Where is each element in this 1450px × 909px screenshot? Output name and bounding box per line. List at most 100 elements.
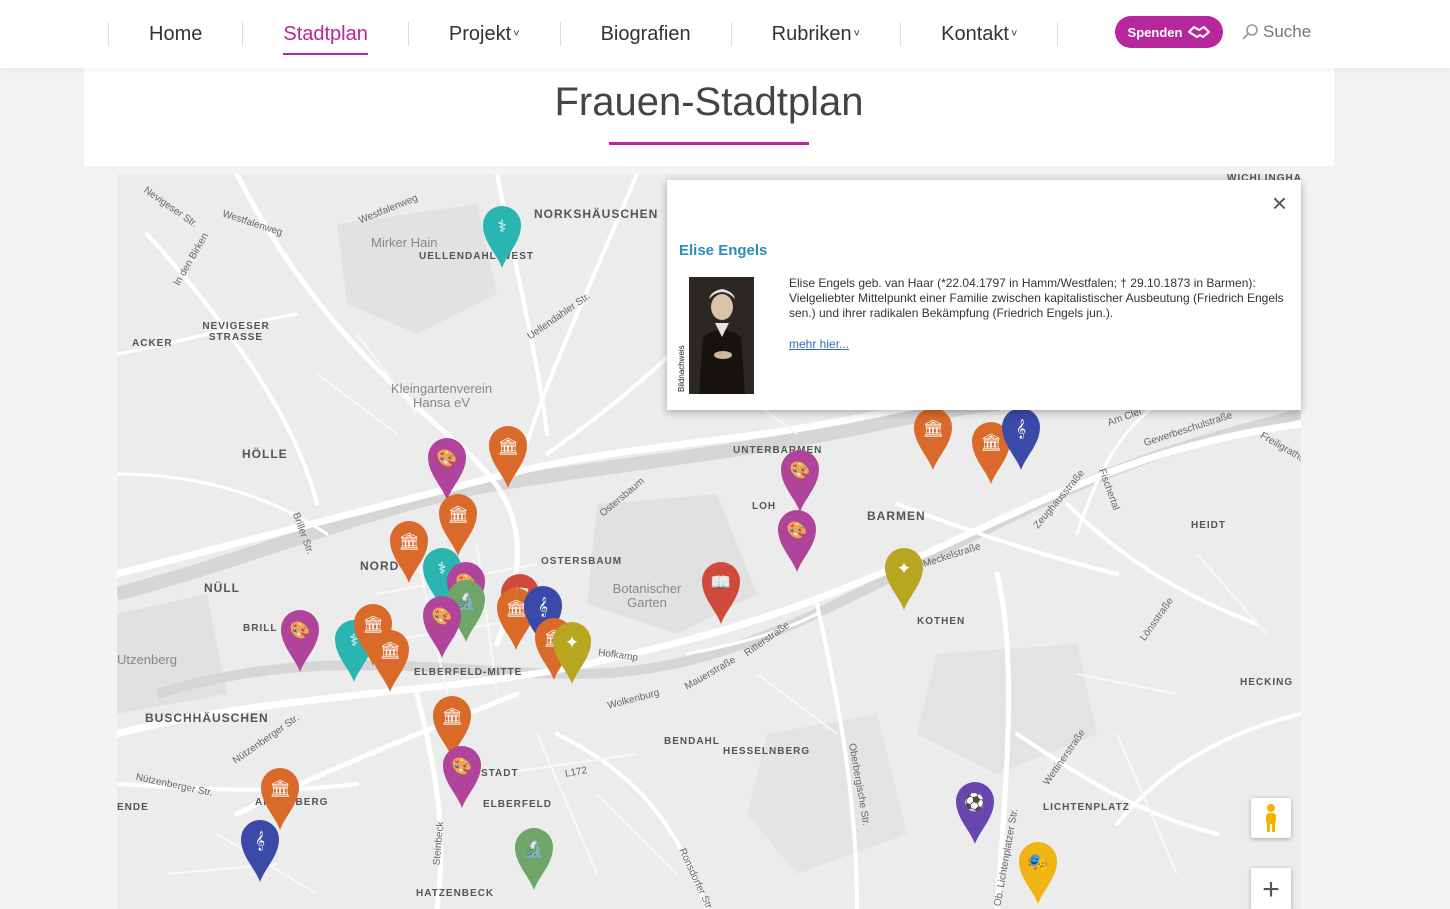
map-label: HESSELNBERG	[723, 746, 811, 757]
map-pin-art[interactable]: 🎨	[441, 744, 483, 810]
active-underline	[283, 53, 368, 55]
nav-divider	[1057, 22, 1059, 46]
map-label: HÖLLE	[242, 447, 288, 461]
portrait-figure	[689, 277, 754, 394]
museum-icon: 🏛	[441, 707, 463, 727]
map-pin-literature[interactable]: 📖	[700, 560, 742, 626]
book-icon: 📖	[710, 573, 731, 593]
close-icon[interactable]: ×	[1272, 190, 1287, 216]
map-pin-art[interactable]: 🎨	[421, 594, 463, 660]
nav-home-label: Home	[149, 23, 203, 45]
pin-marker: ⚕	[483, 206, 521, 268]
map-label: LICHTENPLATZ	[1043, 802, 1130, 813]
pin-marker: 🏛	[489, 426, 527, 488]
nav-home[interactable]: Home	[108, 22, 242, 46]
map-pin-sport[interactable]: ⚽	[954, 780, 996, 846]
nav-rubriken-label: Rubriken	[771, 23, 852, 45]
title-block: Frauen-Stadtplan	[84, 68, 1334, 166]
map-pin-music[interactable]: 𝄞	[1000, 406, 1042, 472]
palette-icon: 🎨	[431, 606, 452, 627]
map-label: ELBERFELD-MITTE	[414, 667, 523, 678]
chevron-down-icon: ˅	[1010, 28, 1018, 40]
dancer-icon: ✦	[565, 633, 579, 653]
treble-clef-icon: 𝄞	[1016, 419, 1026, 439]
theatre-masks-icon: 🎭	[1027, 853, 1048, 873]
map-pin-history[interactable]: 🏛	[369, 628, 411, 694]
map-pin-art[interactable]: 🎨	[779, 448, 821, 514]
portrait-image	[689, 277, 754, 394]
nav-projekt[interactable]: Projekt ˅	[407, 22, 560, 46]
map-pin-theatre[interactable]: 🎭	[1017, 840, 1059, 906]
treble-clef-icon: 𝄞	[255, 831, 265, 851]
title-underline	[609, 142, 809, 145]
pin-marker: 𝄞	[1002, 408, 1040, 470]
museum-icon: 🏛	[980, 433, 1002, 453]
map-pin-history[interactable]: 🏛	[487, 424, 529, 490]
map-label: Mirker Hain	[371, 235, 438, 250]
page-title: Frauen-Stadtplan	[554, 80, 864, 124]
map-label: BUSCHHÄUSCHEN	[145, 711, 269, 725]
map-label: OSTERSBAUM	[541, 556, 623, 567]
football-icon: ⚽	[963, 792, 985, 813]
pin-marker: 🔬	[515, 828, 553, 890]
nav-kontakt[interactable]: Kontakt ˅	[900, 22, 1057, 46]
museum-icon: 🏛	[497, 437, 519, 457]
search-button[interactable]: Suche	[1241, 22, 1311, 42]
treble-clef-icon: 𝄞	[538, 597, 548, 617]
map-pin-art[interactable]: 🎨	[776, 508, 818, 574]
zoom-in-button[interactable]: +	[1251, 868, 1291, 909]
more-link[interactable]: mehr hier...	[789, 337, 849, 351]
palette-icon: 🎨	[789, 460, 810, 481]
chevron-down-icon: ˅	[853, 28, 861, 40]
pin-marker: ✦	[553, 622, 591, 684]
map-label: Utzenberg	[117, 652, 177, 667]
pin-marker: 🎨	[443, 746, 481, 808]
palette-icon: 🎨	[786, 520, 807, 541]
map-label: NORKSHÄUSCHEN	[534, 207, 659, 221]
museum-icon: 🏛	[922, 419, 944, 439]
palette-icon: 🎨	[451, 756, 472, 777]
museum-icon: 🏛	[379, 641, 401, 661]
map-pin-sport[interactable]: ✦	[551, 620, 593, 686]
pin-marker: 𝄞	[241, 820, 279, 882]
image-credit: Bildnachweis	[677, 345, 686, 392]
main-nav: Home Stadtplan Projekt ˅ Biografien Rubri…	[108, 0, 1059, 68]
nav-rubriken[interactable]: Rubriken ˅	[730, 22, 900, 46]
stethoscope-icon: ⚕	[497, 217, 506, 237]
map-pin-music[interactable]: 𝄞	[239, 818, 281, 884]
site-header: Home Stadtplan Projekt ˅ Biografien Rubri…	[0, 0, 1450, 68]
person-description: Elise Engels geb. van Haar (*22.04.1797 …	[789, 276, 1284, 320]
nav-stadtplan-label: Stadtplan	[283, 23, 368, 45]
street-view-pegman[interactable]	[1251, 798, 1291, 838]
museum-icon: 🏛	[398, 532, 420, 552]
map-pin-sport[interactable]: ✦	[883, 546, 925, 612]
pegman-icon	[1266, 804, 1276, 832]
map-label: ENDE	[117, 802, 149, 813]
nav-projekt-label: Projekt	[448, 23, 512, 45]
pin-marker: ✦	[885, 548, 923, 610]
palette-icon: 🎨	[289, 620, 310, 641]
museum-icon: 🏛	[269, 779, 291, 799]
map-pin-art[interactable]: 🎨	[279, 608, 321, 674]
map-label: NÜLL	[204, 581, 240, 595]
map-pin-medicine[interactable]: ⚕	[481, 204, 523, 270]
nav-biografien[interactable]: Biografien	[559, 22, 731, 46]
pin-marker: 🎭	[1019, 842, 1057, 904]
dancer-icon: ✦	[897, 559, 911, 579]
nav-kontakt-label: Kontakt	[941, 23, 1009, 45]
pin-marker: 📖	[702, 562, 740, 624]
nav-biografien-label: Biografien	[600, 23, 691, 45]
pin-marker: 🏛	[371, 630, 409, 692]
pin-marker: 🎨	[281, 610, 319, 672]
nav-stadtplan[interactable]: Stadtplan	[242, 22, 408, 55]
pin-marker: 🏛	[914, 408, 952, 470]
microscope-icon: 🔬	[523, 838, 544, 859]
map-pin-science[interactable]: 🔬	[513, 826, 555, 892]
map-label: KOTHEN	[917, 616, 966, 627]
pin-marker: 🎨	[781, 450, 819, 512]
donate-button[interactable]: Spenden	[1115, 16, 1223, 48]
map-pin-history[interactable]: 🏛	[912, 406, 954, 472]
map-label: BARMEN	[867, 509, 926, 523]
donate-label: Spenden	[1127, 24, 1183, 40]
map-label: LOH	[752, 501, 777, 512]
